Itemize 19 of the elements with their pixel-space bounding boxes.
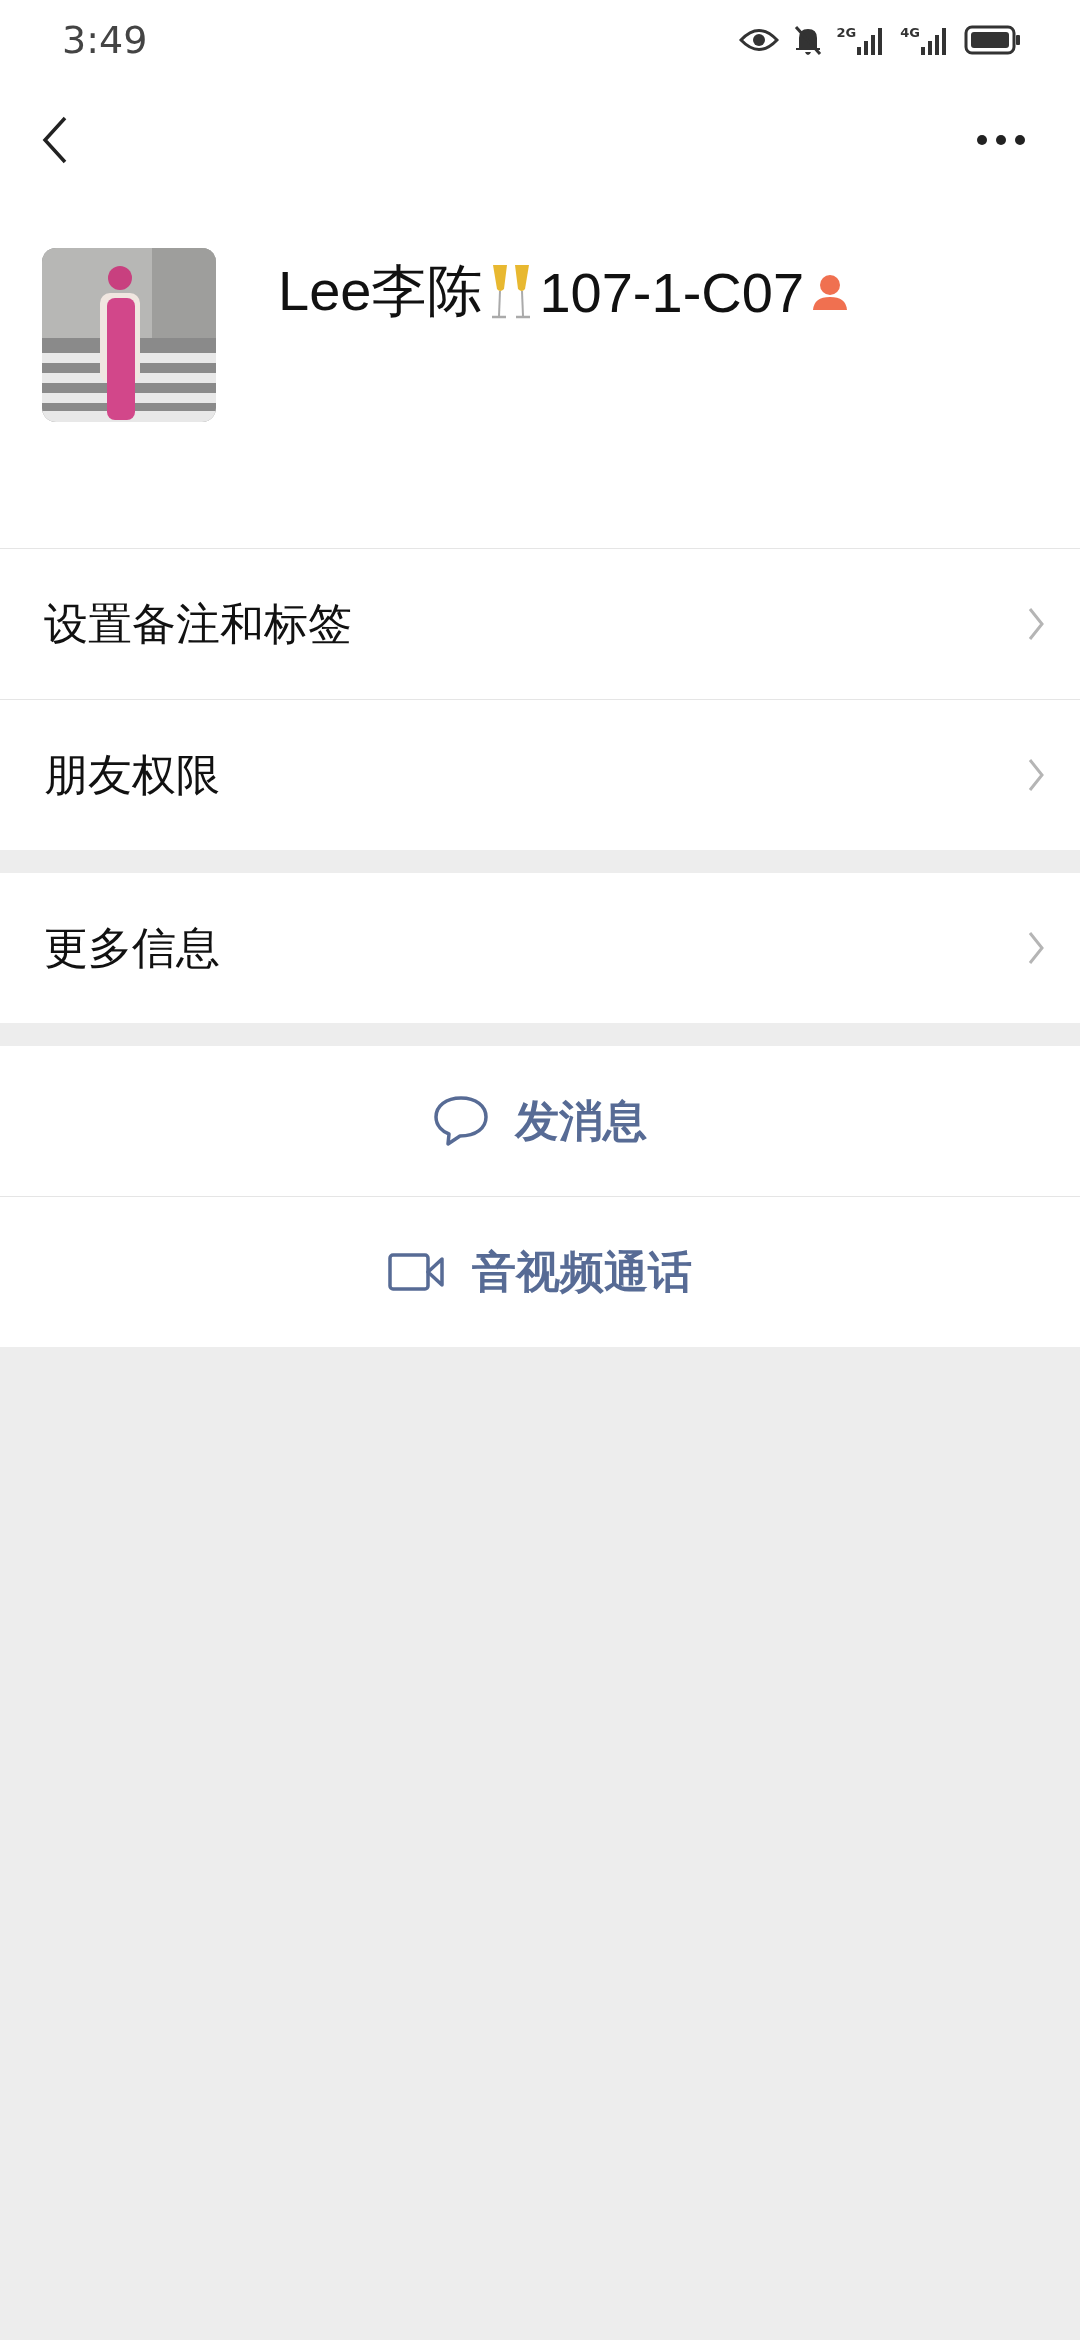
eye-icon — [738, 27, 779, 53]
video-camera-icon — [388, 1253, 446, 1291]
battery-icon — [964, 25, 1022, 55]
contact-name: Lee李陈 — [278, 258, 484, 324]
chevron-icon — [1028, 758, 1044, 792]
action-button[interactable]: 音视频通话 — [0, 1196, 1080, 1347]
network-label: 2G — [836, 25, 857, 40]
status-time: 3:49 — [62, 18, 148, 62]
chevron-icon — [1028, 607, 1044, 641]
menu-item[interactable]: 设置备注和标签 — [0, 549, 1080, 699]
more-icon[interactable] — [976, 134, 1026, 146]
menu-item[interactable]: 朋友权限 — [0, 699, 1080, 850]
action-button[interactable]: 发消息 — [0, 1046, 1080, 1196]
chevron-icon — [1028, 931, 1044, 965]
speech-bubble-icon — [433, 1095, 489, 1147]
contact-code: 107-1-C07 — [539, 259, 805, 325]
network-label: 4G — [900, 25, 920, 40]
menu-item[interactable]: 更多信息 — [0, 873, 1080, 1023]
muted-bell-icon — [792, 24, 823, 56]
